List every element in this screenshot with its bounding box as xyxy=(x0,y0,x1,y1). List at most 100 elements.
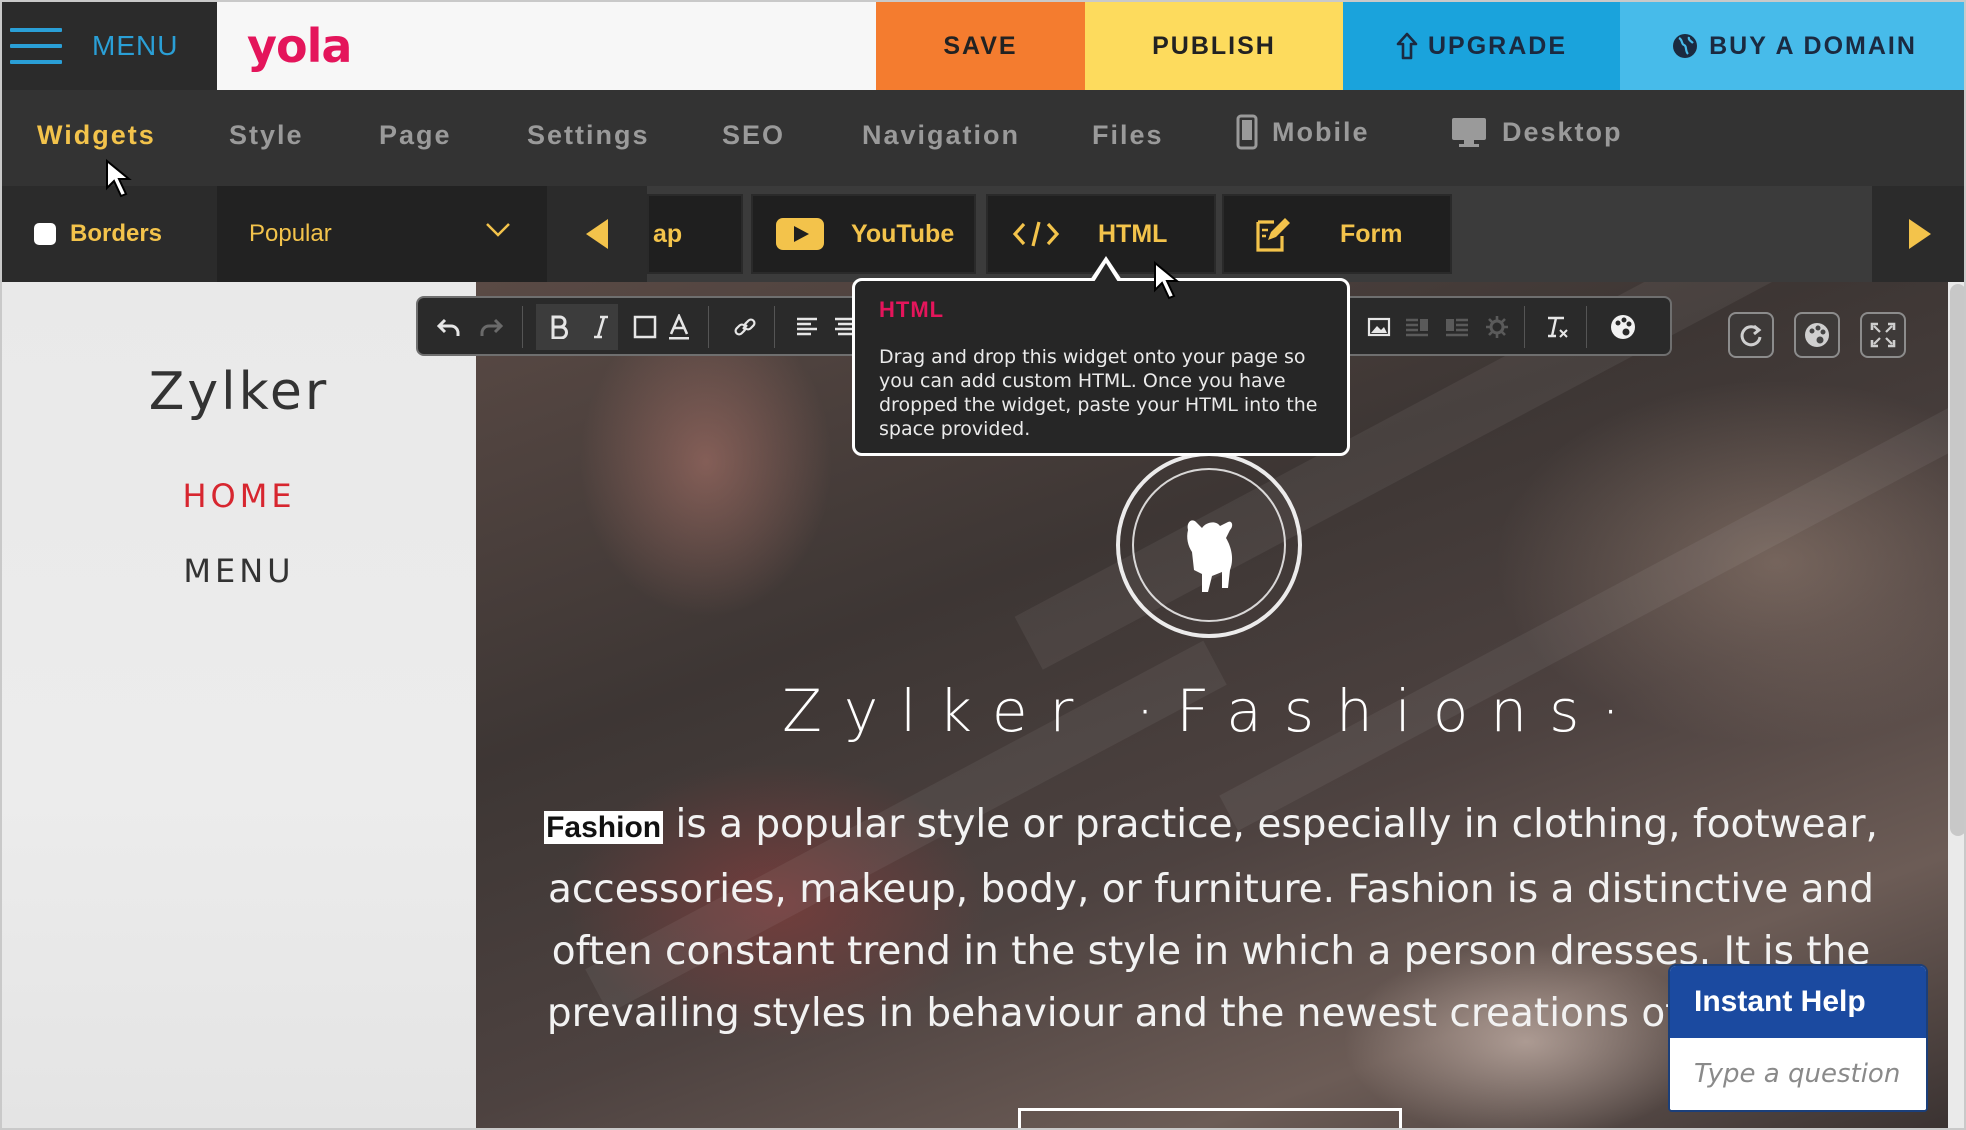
undo-icon xyxy=(437,318,460,336)
widget-form-label: Form xyxy=(1340,219,1403,248)
brand-seal-logo xyxy=(1116,452,1302,638)
tooltip-pointer-fill xyxy=(1094,263,1118,282)
triangle-right-icon xyxy=(1909,219,1931,249)
bold-button[interactable] xyxy=(544,312,574,342)
tab-settings-label: Settings xyxy=(527,120,650,150)
buy-domain-button[interactable]: BUY A DOMAIN xyxy=(1620,2,1964,90)
align-left-icon xyxy=(797,317,817,336)
hamburger-icon xyxy=(10,26,62,66)
help-question-input[interactable] xyxy=(1670,1038,1926,1110)
publish-button[interactable]: PUBLISH xyxy=(1085,2,1343,90)
selected-word-highlight: Fashion xyxy=(544,811,664,844)
youtube-play-icon xyxy=(776,218,824,250)
redo-button[interactable] xyxy=(476,312,506,342)
upgrade-label: UPGRADE xyxy=(1427,31,1567,60)
toolbar-divider xyxy=(1586,306,1587,348)
tab-mobile[interactable]: Mobile xyxy=(1236,114,1370,150)
editor-scrollbar-thumb[interactable] xyxy=(1950,284,1964,836)
tab-desktop-label: Desktop xyxy=(1502,116,1623,147)
upload-arrow-icon xyxy=(1396,32,1418,60)
tab-files-label: Files xyxy=(1092,120,1164,150)
refresh-button[interactable] xyxy=(1728,312,1774,358)
insert-image-button[interactable] xyxy=(1364,312,1394,342)
site-nav-home[interactable]: HOME xyxy=(2,477,476,515)
tab-navigation-label: Navigation xyxy=(862,120,1021,150)
widget-form[interactable]: Form xyxy=(1222,194,1452,274)
mobile-phone-icon xyxy=(1236,114,1258,150)
image-icon xyxy=(1367,317,1391,337)
save-label: SAVE xyxy=(943,31,1018,60)
widget-scroll-right-button[interactable] xyxy=(1872,186,1964,282)
toolbar-divider xyxy=(1524,306,1525,348)
globe-icon xyxy=(1671,32,1699,60)
hero-cta-button[interactable] xyxy=(1018,1108,1402,1128)
layout-right-button[interactable] xyxy=(1402,312,1432,342)
link-icon xyxy=(734,318,756,336)
tab-widgets-label: Widgets xyxy=(37,120,156,150)
tab-style-label: Style xyxy=(229,120,304,150)
save-button[interactable]: SAVE xyxy=(876,2,1085,90)
desktop-monitor-icon xyxy=(1452,118,1486,147)
tab-desktop[interactable]: Desktop xyxy=(1450,116,1623,148)
widget-category-select[interactable]: Popular xyxy=(217,186,547,282)
code-brackets-icon xyxy=(1012,221,1060,247)
toolbar-divider xyxy=(522,306,523,348)
instant-help-widget: Instant Help xyxy=(1668,964,1928,1112)
border-button[interactable] xyxy=(630,312,660,342)
instant-help-title: Instant Help xyxy=(1694,985,1866,1018)
tab-page[interactable]: Page xyxy=(379,120,452,151)
tooltip-title: HTML xyxy=(879,297,945,322)
bold-icon xyxy=(551,315,568,339)
style-palette-button[interactable] xyxy=(1608,312,1638,342)
palette-icon xyxy=(1805,323,1829,347)
link-button[interactable] xyxy=(730,312,760,342)
logo-area: yola xyxy=(217,2,876,90)
tooltip-body: Drag and drop this widget onto your page… xyxy=(879,346,1318,440)
instant-help-header[interactable]: Instant Help xyxy=(1670,966,1926,1038)
borders-checkbox[interactable] xyxy=(34,223,56,245)
borders-label: Borders xyxy=(70,220,163,247)
borders-toggle[interactable]: Borders xyxy=(2,186,217,282)
text-color-button[interactable] xyxy=(664,312,694,342)
undo-button[interactable] xyxy=(434,312,464,342)
palette-icon xyxy=(1611,315,1635,339)
main-menu-label: MENU xyxy=(92,30,179,61)
widget-map[interactable]: ap xyxy=(647,194,743,274)
fullscreen-button[interactable] xyxy=(1860,312,1906,358)
tab-style[interactable]: Style xyxy=(229,120,304,151)
gear-icon xyxy=(1486,316,1508,338)
site-sidebar: Zylker HOME MENU xyxy=(2,282,476,1128)
upgrade-button[interactable]: UPGRADE xyxy=(1343,2,1620,90)
widget-bar: Borders Popular ap YouTube HTML Form xyxy=(2,186,1964,282)
tab-navigation[interactable]: Navigation xyxy=(862,120,1020,151)
widget-scroll-left-button[interactable] xyxy=(547,186,647,282)
tab-widgets[interactable]: Widgets xyxy=(37,120,156,151)
italic-icon xyxy=(594,315,608,339)
yola-logo: yola xyxy=(247,19,352,73)
align-left-button[interactable] xyxy=(792,312,822,342)
main-menu-button[interactable]: MENU xyxy=(2,2,217,90)
element-settings-button[interactable] xyxy=(1482,312,1512,342)
tab-files[interactable]: Files xyxy=(1092,120,1164,151)
widget-youtube[interactable]: YouTube xyxy=(751,194,976,274)
widget-category-value: Popular xyxy=(249,220,332,247)
site-nav-menu[interactable]: MENU xyxy=(2,552,476,590)
italic-button[interactable] xyxy=(586,312,616,342)
background-palette-button[interactable] xyxy=(1794,312,1840,358)
text-color-icon xyxy=(669,314,689,340)
bull-icon xyxy=(1187,520,1233,592)
redo-icon xyxy=(480,318,503,336)
tab-page-label: Page xyxy=(379,120,452,150)
layout-left-button[interactable] xyxy=(1442,312,1472,342)
toolbar-divider xyxy=(708,306,709,348)
border-square-icon xyxy=(633,315,657,339)
site-title[interactable]: Zylker xyxy=(2,362,476,422)
clear-formatting-button[interactable] xyxy=(1542,312,1572,342)
app-frame: MENU yola SAVE PUBLISH UPGRADE BUY A DOM… xyxy=(0,0,1966,1130)
refresh-icon xyxy=(1740,324,1762,347)
editor-nav-bar: Widgets Style Page Settings SEO Navigati… xyxy=(2,90,1964,186)
expand-icon xyxy=(1870,322,1896,348)
tab-seo[interactable]: SEO xyxy=(722,120,785,151)
hero-title[interactable]: Zylker ·Fashions· xyxy=(476,677,1948,745)
tab-settings[interactable]: Settings xyxy=(527,120,650,151)
